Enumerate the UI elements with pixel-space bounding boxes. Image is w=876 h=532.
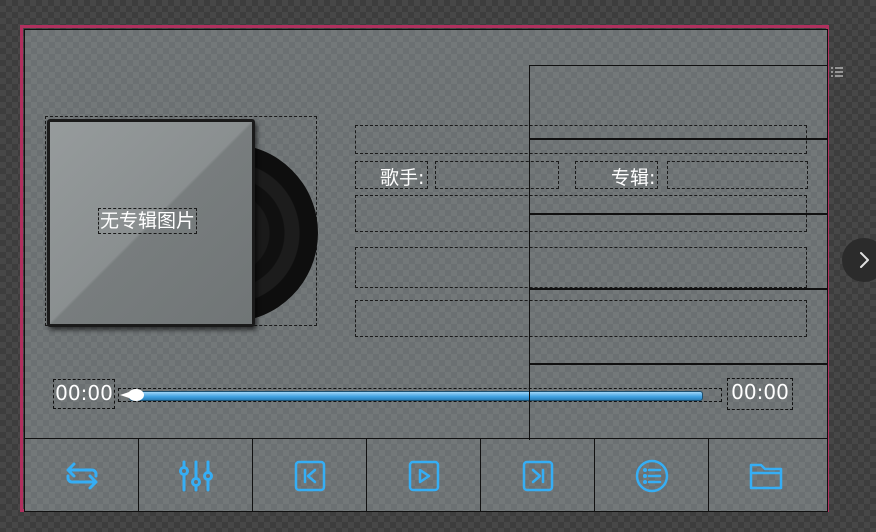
playlist-row-line xyxy=(529,213,827,215)
chevron-right-icon xyxy=(860,252,869,268)
playlist-row-line xyxy=(529,288,827,290)
playlist-row-line xyxy=(529,138,827,140)
playlist-divider xyxy=(529,65,530,440)
folder-icon xyxy=(749,463,783,489)
equalizer-icon xyxy=(178,460,213,491)
repeat-icon xyxy=(66,462,97,489)
list-icon xyxy=(635,459,668,492)
album-value-field xyxy=(667,161,808,189)
singer-label-box: 歌手: xyxy=(355,161,428,189)
info-field-4 xyxy=(355,247,807,288)
singer-label: 歌手: xyxy=(380,167,425,189)
list-icon[interactable] xyxy=(830,66,844,82)
loop-mode-button[interactable] xyxy=(25,439,139,511)
play-button[interactable] xyxy=(367,439,481,511)
next-button[interactable] xyxy=(481,439,595,511)
album-label: 专辑: xyxy=(611,167,656,189)
expand-panel-button[interactable] xyxy=(842,238,876,282)
equalizer-button[interactable] xyxy=(139,439,253,511)
control-toolbar xyxy=(25,438,827,511)
current-time: 00:00 xyxy=(53,379,115,409)
play-icon xyxy=(408,460,439,491)
player-panel: 无专辑图片 歌手: 专辑: 00:00 00:00 xyxy=(24,29,828,512)
total-time: 00:00 xyxy=(727,378,793,410)
skip-previous-icon xyxy=(294,460,325,491)
skip-next-icon xyxy=(522,460,553,491)
previous-button[interactable] xyxy=(253,439,367,511)
album-cover: 无专辑图片 xyxy=(47,119,255,327)
no-album-art-label: 无专辑图片 xyxy=(98,208,198,234)
singer-value-field xyxy=(435,161,559,189)
progress-bar[interactable] xyxy=(129,391,703,401)
info-field-5 xyxy=(355,300,807,337)
progress-handle[interactable] xyxy=(120,389,144,401)
playlist-row-line xyxy=(529,363,827,365)
playlist-button[interactable] xyxy=(595,439,709,511)
playlist-top-line xyxy=(529,65,827,66)
open-folder-button[interactable] xyxy=(709,439,823,511)
album-label-box: 专辑: xyxy=(575,161,658,189)
